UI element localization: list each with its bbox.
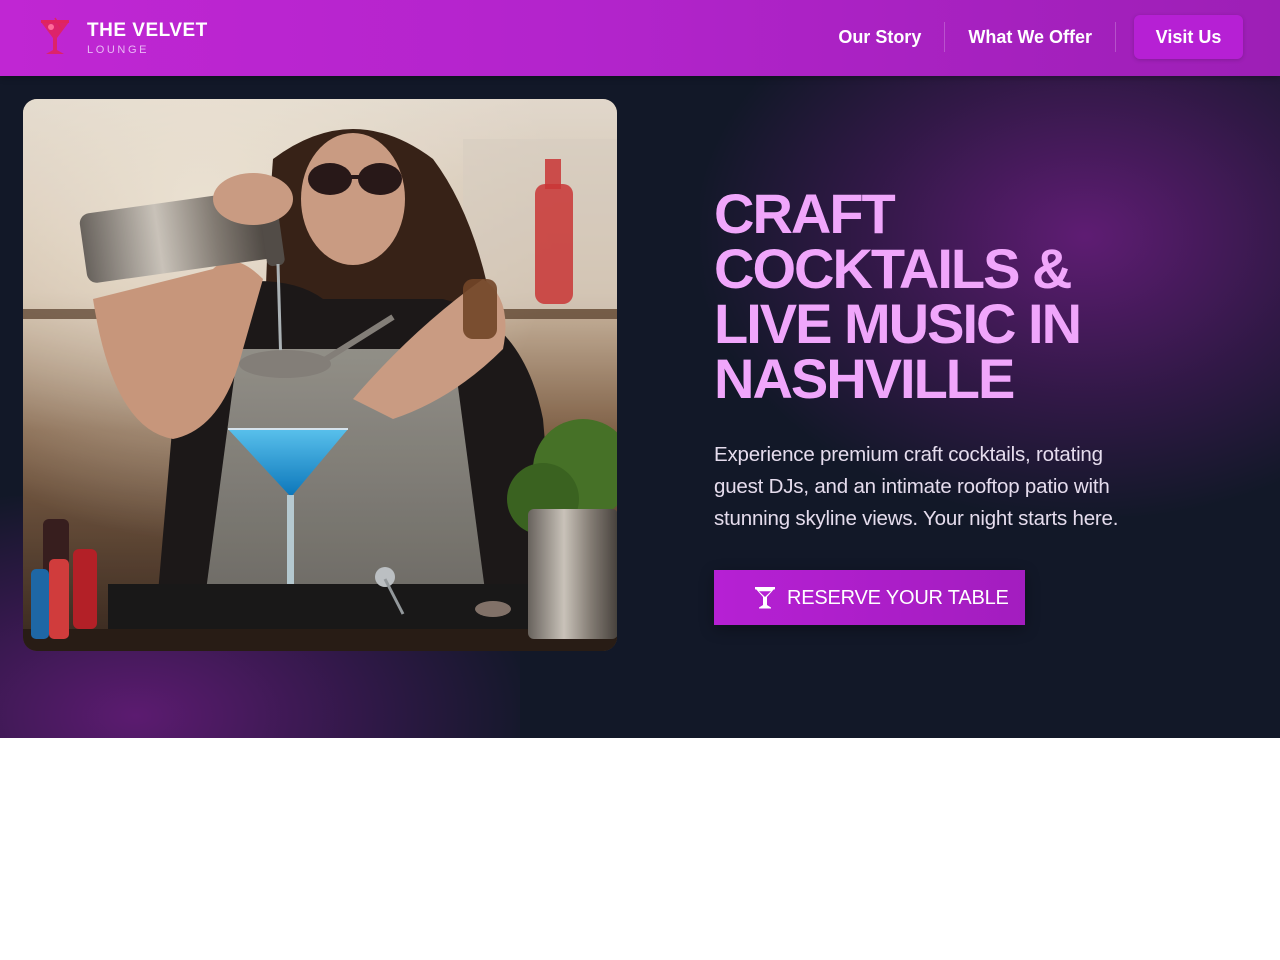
hero-headline: CRAFT COCKTAILS & LIVE MUSIC IN NASHVILL… [714, 182, 1082, 410]
site-header: THE VELVET LOUNGE Our Story What We Offe… [0, 0, 1280, 76]
reserve-table-button[interactable]: RESERVE YOUR TABLE [714, 570, 1025, 625]
brand-tagline: LOUNGE [87, 44, 150, 56]
hero-bartender-image [23, 99, 617, 651]
cocktail-glass-icon [41, 17, 69, 54]
nav-divider [1115, 22, 1116, 52]
martini-glass-icon [755, 587, 775, 609]
brand-name: THE VELVET [87, 20, 208, 41]
hero-description: Experience premium craft cocktails, rota… [714, 443, 1119, 530]
hero-section: CRAFT COCKTAILS & LIVE MUSIC IN NASHVILL… [0, 76, 1280, 738]
hero-content: CRAFT COCKTAILS & LIVE MUSIC IN NASHVILL… [714, 182, 1174, 625]
main-nav: Our Story What We Offer Visit Us [815, 15, 1243, 59]
bartender-photo [23, 99, 617, 651]
nav-link-what-we-offer[interactable]: What We Offer [945, 15, 1115, 59]
nav-link-our-story[interactable]: Our Story [815, 15, 944, 59]
visit-us-button[interactable]: Visit Us [1134, 15, 1243, 59]
reserve-table-label: RESERVE YOUR TABLE [787, 587, 1009, 609]
brand-logo-link[interactable]: THE VELVET LOUNGE [38, 16, 228, 60]
